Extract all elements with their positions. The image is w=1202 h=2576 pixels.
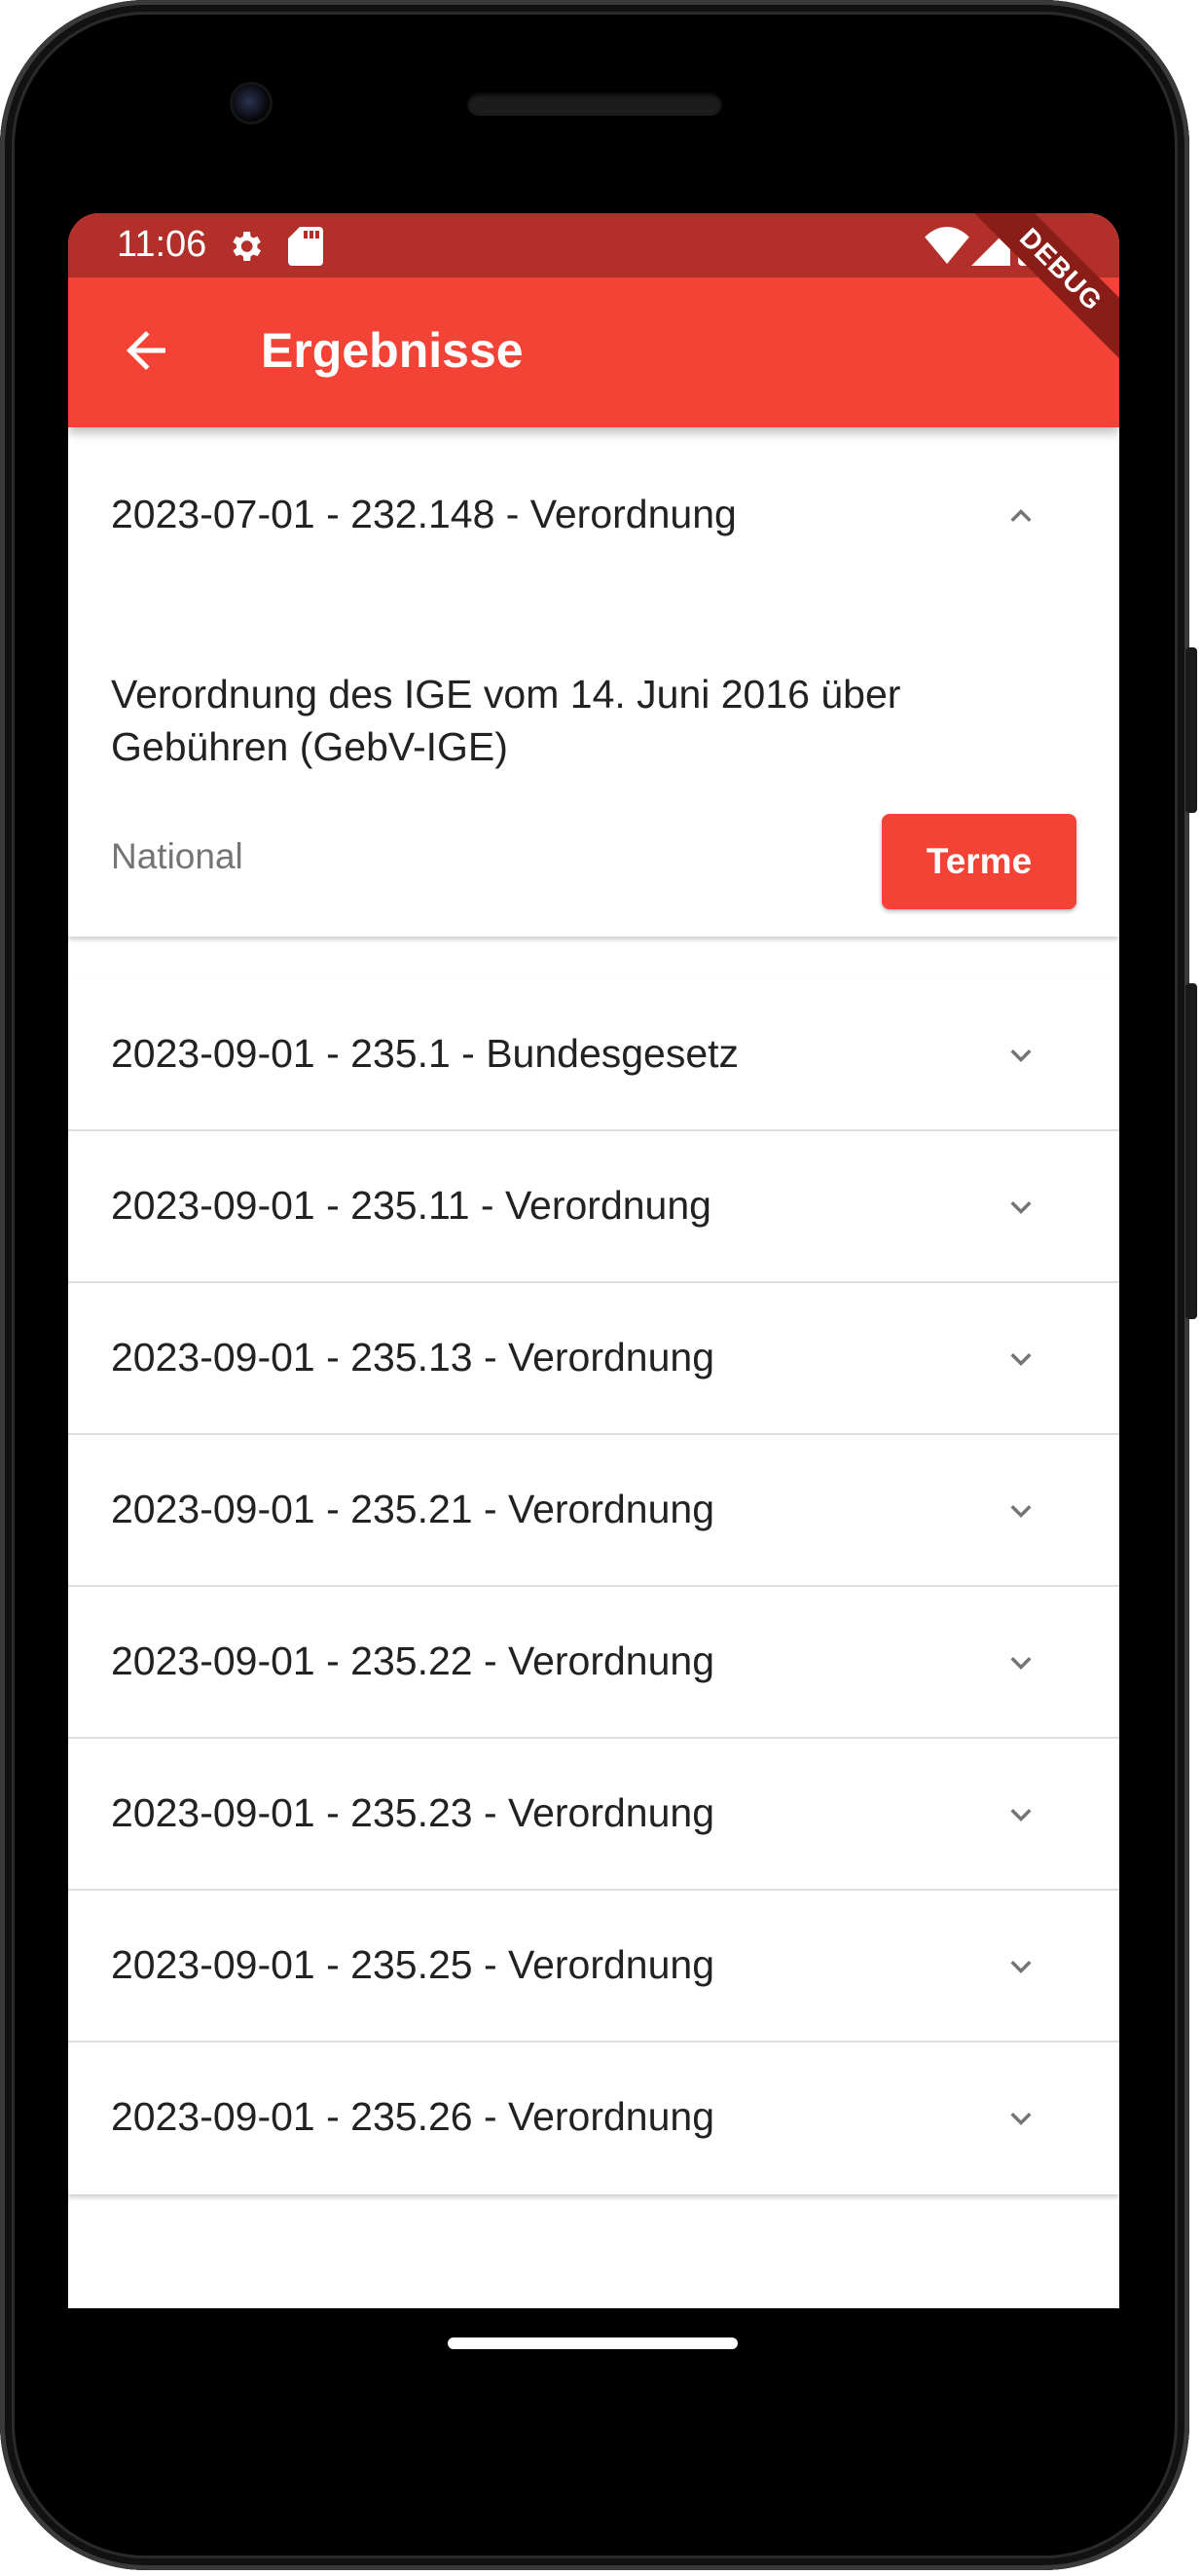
list-item[interactable]: 2023-09-01 - 235.11 - Verordnung — [68, 1131, 1119, 1283]
page-title: Ergebnisse — [261, 323, 524, 378]
front-camera — [233, 85, 270, 122]
expanded-result-panel: 2023-07-01 - 232.148 - Verordnung Verord… — [68, 427, 1119, 937]
phone-frame: 11:06 Ergebnisse DEBUG 2023-07-01 - 232.… — [0, 0, 1197, 2570]
chevron-down-icon[interactable] — [1001, 1490, 1041, 1531]
result-title: 2023-09-01 - 235.21 - Verordnung — [111, 1487, 715, 1531]
result-title: 2023-09-01 - 235.11 - Verordnung — [111, 1183, 711, 1228]
app-bar: Ergebnisse — [68, 277, 1119, 427]
terme-button[interactable]: Terme — [882, 814, 1076, 909]
home-indicator[interactable] — [448, 2337, 738, 2349]
chevron-up-icon[interactable] — [1001, 496, 1041, 536]
status-time: 11:06 — [117, 224, 207, 265]
chevron-down-icon[interactable] — [1001, 1794, 1041, 1835]
volume-button — [1185, 647, 1197, 813]
result-title: 2023-09-01 - 235.22 - Verordnung — [111, 1638, 715, 1683]
power-button — [1185, 983, 1197, 1319]
status-bar: 11:06 — [68, 213, 1119, 277]
app-screen: 11:06 Ergebnisse DEBUG 2023-07-01 - 232.… — [68, 213, 1119, 2308]
list-item[interactable]: 2023-09-01 - 235.21 - Verordnung — [68, 1435, 1119, 1587]
settings-icon — [233, 232, 261, 261]
result-title: 2023-09-01 - 235.1 - Bundesgesetz — [111, 1031, 740, 1076]
collapsed-results-group: 2023-09-01 - 235.1 - Bundesgesetz 2023-0… — [68, 979, 1119, 2194]
list-item[interactable]: 2023-09-01 - 235.25 - Verordnung — [68, 1891, 1119, 2042]
list-item[interactable]: 2023-09-01 - 235.13 - Verordnung — [68, 1283, 1119, 1435]
chevron-down-icon[interactable] — [1001, 1187, 1041, 1228]
list-item[interactable]: 2023-09-01 - 235.22 - Verordnung — [68, 1587, 1119, 1739]
chevron-down-icon[interactable] — [1001, 1642, 1041, 1683]
list-item[interactable]: 2023-09-01 - 235.1 - Bundesgesetz — [68, 979, 1119, 1131]
list-item[interactable]: 2023-09-01 - 235.23 - Verordnung — [68, 1739, 1119, 1891]
result-title: 2023-09-01 - 235.25 - Verordnung — [111, 1942, 715, 1987]
back-arrow-icon[interactable] — [117, 321, 175, 380]
result-title: 2023-09-01 - 235.13 - Verordnung — [111, 1335, 715, 1380]
result-description: Verordnung des IGE vom 14. Juni 2016 übe… — [111, 672, 901, 769]
result-scope: National — [111, 836, 243, 876]
result-title: 2023-09-01 - 235.26 - Verordnung — [111, 2094, 715, 2139]
chevron-down-icon[interactable] — [1001, 1946, 1041, 1987]
chevron-down-icon[interactable] — [1001, 2098, 1041, 2139]
chevron-down-icon[interactable] — [1001, 1035, 1041, 1076]
earpiece-speaker — [467, 92, 722, 116]
expanded-panel-header[interactable]: 2023-07-01 - 232.148 - Verordnung — [68, 427, 1119, 593]
sd-card-icon — [288, 227, 323, 266]
results-list: 2023-07-01 - 232.148 - Verordnung Verord… — [68, 427, 1119, 937]
result-title: 2023-09-01 - 235.23 - Verordnung — [111, 1790, 715, 1835]
result-title: 2023-07-01 - 232.148 - Verordnung — [111, 492, 737, 536]
chevron-down-icon[interactable] — [1001, 1339, 1041, 1380]
wifi-icon — [925, 227, 969, 264]
list-item[interactable]: 2023-09-01 - 235.26 - Verordnung — [68, 2042, 1119, 2194]
